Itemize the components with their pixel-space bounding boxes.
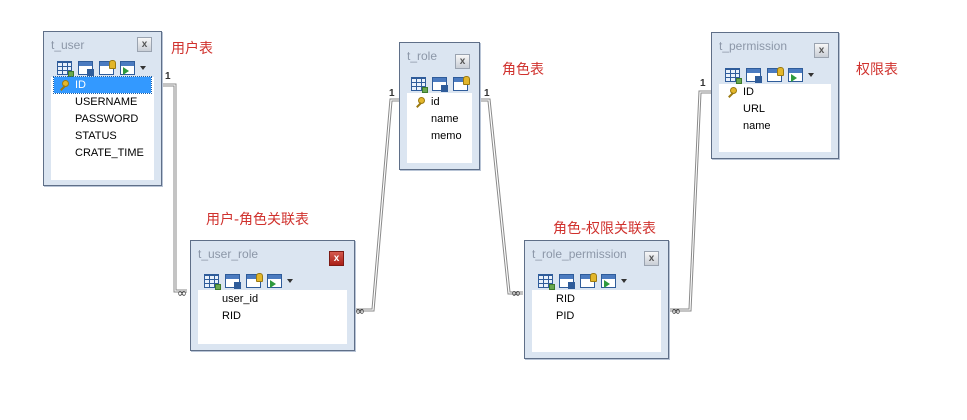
field-row[interactable]: RID (535, 291, 658, 307)
field-row[interactable]: RID (201, 308, 344, 324)
field-name: ID (743, 86, 754, 98)
table-title: t_user_role (198, 247, 259, 261)
field-list: id name memo (407, 93, 472, 163)
field-name: id (431, 96, 440, 108)
many-marker-rolepermission-left: ∞ (511, 286, 521, 300)
field-name: name (743, 120, 771, 132)
table-icon[interactable] (432, 77, 448, 92)
table-t_permission[interactable]: t_permission x ID URL name (711, 32, 839, 159)
many-marker-userrole-right: ∞ (355, 304, 365, 318)
field-row[interactable]: name (722, 118, 828, 134)
label-user-role-table: 用户-角色关联表 (206, 212, 310, 228)
label-role-table: 角色表 (502, 62, 544, 78)
add-field-icon[interactable] (788, 68, 803, 82)
key-table-icon[interactable] (453, 76, 470, 91)
field-row[interactable]: PID (535, 308, 658, 324)
table-title: t_permission (719, 39, 788, 53)
field-name: memo (431, 130, 462, 142)
field-name: STATUS (75, 130, 117, 142)
field-row[interactable]: ID (722, 84, 828, 100)
grid-icon[interactable] (57, 61, 74, 77)
field-row[interactable]: STATUS (54, 128, 151, 144)
key-table-icon[interactable] (767, 67, 784, 82)
field-name: PID (556, 310, 575, 322)
close-icon[interactable]: x (137, 37, 152, 52)
field-row[interactable]: CRATE_TIME (54, 145, 151, 161)
field-row[interactable]: name (410, 111, 469, 127)
many-marker-rolepermission-right: ∞ (671, 304, 681, 318)
key-table-icon[interactable] (99, 60, 116, 75)
grid-icon[interactable] (204, 274, 221, 290)
field-name: ID (75, 79, 86, 91)
field-name: URL (743, 103, 766, 115)
label-user-table: 用户表 (171, 41, 213, 57)
grid-icon[interactable] (538, 274, 555, 290)
primary-key-icon (59, 80, 70, 91)
close-icon[interactable]: x (329, 251, 344, 266)
dropdown-arrow-icon[interactable] (140, 66, 146, 70)
close-icon[interactable]: x (455, 54, 470, 69)
field-name: name (431, 113, 459, 125)
relation-line-permission-rolepermission (670, 90, 711, 310)
one-marker-role-right: 1 (484, 88, 490, 99)
field-list: user_id RID (198, 290, 347, 344)
field-name: user_id (222, 293, 259, 305)
field-name: RID (556, 293, 575, 305)
field-row[interactable]: USERNAME (54, 94, 151, 110)
field-name: CRATE_TIME (75, 147, 144, 159)
field-list: ID USERNAME PASSWORD STATUS CRATE_TIME (51, 76, 154, 180)
table-title: t_role (407, 49, 438, 63)
close-icon[interactable]: x (814, 43, 829, 58)
table-t_role[interactable]: t_role x id name memo (399, 42, 480, 170)
close-icon[interactable]: x (644, 251, 659, 266)
dropdown-arrow-icon[interactable] (808, 73, 814, 77)
field-list: RID PID (532, 290, 661, 352)
dropdown-arrow-icon[interactable] (287, 279, 293, 283)
field-name: RID (222, 310, 241, 322)
field-row[interactable]: memo (410, 128, 469, 144)
add-field-icon[interactable] (120, 61, 135, 75)
relation-line-user-userrole (163, 83, 187, 291)
table-t_role_permission[interactable]: t_role_permission x RID PID (524, 240, 669, 359)
table-t_user[interactable]: t_user x ID USERNAME PASSWORD STATUS CRA… (43, 31, 162, 186)
table-icon[interactable] (78, 61, 94, 76)
table-t_user_role[interactable]: t_user_role x user_id RID (190, 240, 355, 351)
table-icon[interactable] (225, 274, 241, 289)
table-title: t_role_permission (532, 247, 627, 261)
one-marker-permission: 1 (700, 78, 706, 89)
field-name: PASSWORD (75, 113, 139, 125)
add-field-icon[interactable] (267, 274, 282, 288)
field-name: USERNAME (75, 96, 138, 108)
label-role-permission-table: 角色-权限关联表 (553, 221, 657, 237)
add-field-icon[interactable] (601, 274, 616, 288)
table-title: t_user (51, 38, 85, 52)
one-marker-role-left: 1 (389, 88, 395, 99)
primary-key-icon (415, 97, 426, 108)
grid-icon[interactable] (411, 77, 428, 93)
field-row[interactable]: URL (722, 101, 828, 117)
field-row[interactable]: user_id (201, 291, 344, 307)
relation-line-role-rolepermission (480, 98, 523, 293)
key-table-icon[interactable] (580, 273, 597, 288)
field-row[interactable]: id (410, 94, 469, 110)
field-list: ID URL name (719, 84, 831, 152)
table-icon[interactable] (746, 68, 762, 83)
label-permission-table: 权限表 (856, 62, 898, 78)
field-row[interactable]: ID (53, 76, 152, 94)
many-marker-userrole-left: ∞ (177, 286, 187, 300)
key-table-icon[interactable] (246, 273, 263, 288)
table-icon[interactable] (559, 274, 575, 289)
grid-icon[interactable] (725, 68, 742, 84)
primary-key-icon (727, 87, 738, 98)
one-marker-user: 1 (165, 71, 171, 82)
field-row[interactable]: PASSWORD (54, 111, 151, 127)
dropdown-arrow-icon[interactable] (621, 279, 627, 283)
